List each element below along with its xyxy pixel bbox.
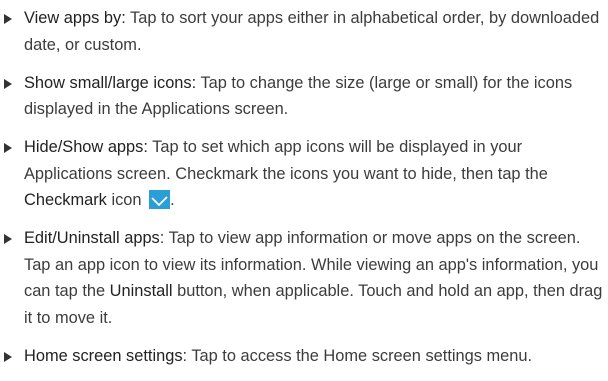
item-term: Hide/Show apps: bbox=[24, 138, 148, 156]
list-item-edit-uninstall-apps: Edit/Uninstall apps: Tap to view app inf… bbox=[2, 225, 606, 331]
settings-options-list: View apps by: Tap to sort your apps eith… bbox=[2, 5, 606, 381]
list-item-hide-show-apps: Hide/Show apps: Tap to set which app ico… bbox=[2, 134, 606, 214]
bullet-arrow-icon bbox=[4, 234, 12, 244]
item-term: View apps by: bbox=[24, 9, 126, 27]
uninstall-term: Uninstall bbox=[109, 282, 173, 300]
item-description-cont: icon bbox=[106, 191, 147, 209]
item-term: Home screen settings bbox=[24, 346, 183, 365]
list-item-home-screen-settings: Home screen settings: Tap to access the … bbox=[2, 343, 606, 370]
checkmark-term: Checkmark bbox=[24, 191, 107, 209]
bullet-arrow-icon bbox=[4, 351, 12, 362]
bullet-arrow-icon bbox=[4, 14, 12, 24]
item-term: Show small/large icons: bbox=[24, 73, 197, 92]
item-term: Edit/Uninstall apps bbox=[24, 229, 160, 247]
bullet-arrow-icon bbox=[4, 143, 12, 153]
item-description: : Tap to access the Home screen settings… bbox=[182, 346, 533, 365]
list-item-show-small-large-icons: Show small/large icons: Tap to change th… bbox=[2, 70, 606, 123]
checkmark-icon bbox=[149, 190, 171, 209]
list-item-view-apps-by: View apps by: Tap to sort your apps eith… bbox=[2, 5, 606, 58]
item-description-end: . bbox=[170, 191, 175, 209]
bullet-arrow-icon bbox=[4, 78, 12, 89]
